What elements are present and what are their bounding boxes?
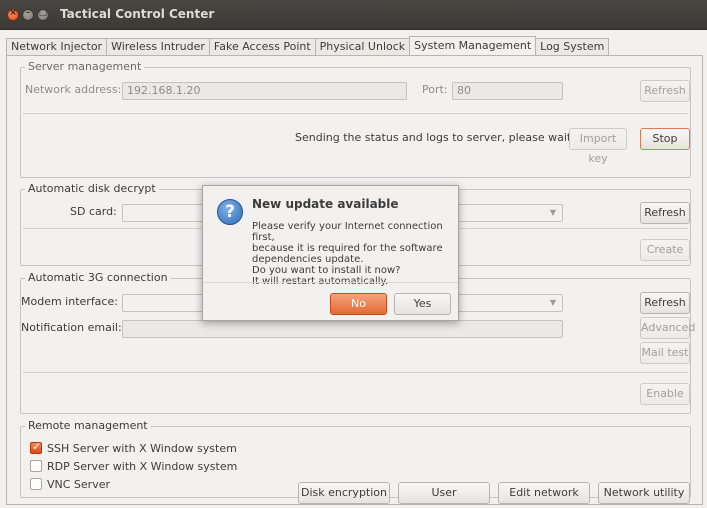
minimize-window-button[interactable]: –: [22, 8, 34, 21]
dialog-message: Please verify your Internet connection f…: [252, 221, 443, 287]
server-status-text: Sending the status and logs to server, p…: [295, 131, 582, 144]
tab-wireless-intruder[interactable]: Wireless Intruder: [106, 38, 209, 56]
disk-refresh-button[interactable]: Refresh: [640, 202, 690, 224]
create-button[interactable]: Create: [640, 239, 690, 261]
tab-log-system[interactable]: Log System: [536, 38, 610, 56]
tab-system-management[interactable]: System Management: [409, 36, 537, 56]
vnc-server-label: VNC Server: [47, 477, 111, 491]
mail-test-button[interactable]: Mail test: [640, 342, 690, 364]
server-management-group: Server management Network address: 192.1…: [20, 60, 691, 178]
close-window-button[interactable]: ×: [7, 8, 19, 21]
yes-button[interactable]: Yes: [394, 293, 451, 315]
enable-button[interactable]: Enable: [640, 383, 690, 405]
title-bar: × – □ Tactical Control Center: [0, 0, 707, 30]
server-separator: [23, 113, 688, 114]
port-field[interactable]: 80: [452, 82, 563, 100]
network-utility-button[interactable]: Network utility: [598, 482, 690, 504]
ssh-server-checkbox[interactable]: SSH Server with X Window system: [30, 440, 237, 456]
disk-encryption-button[interactable]: Disk encryption: [298, 482, 390, 504]
sd-card-label: SD card:: [70, 205, 117, 218]
edit-network-button[interactable]: Edit network: [498, 482, 590, 504]
chevron-down-icon: ▼: [549, 208, 556, 217]
tab-fake-access-point[interactable]: Fake Access Point: [208, 38, 315, 56]
tab-network-injector[interactable]: Network Injector: [6, 38, 107, 56]
minimize-icon: –: [25, 8, 31, 18]
remote-management-title: Remote management: [25, 419, 151, 432]
ssh-server-label: SSH Server with X Window system: [47, 441, 237, 455]
modem-refresh-button[interactable]: Refresh: [640, 292, 690, 314]
notification-email-field[interactable]: [122, 320, 563, 338]
checkbox-checked-icon: [30, 440, 42, 454]
question-icon: ?: [217, 199, 243, 225]
maximize-window-button[interactable]: □: [37, 8, 49, 21]
checkbox-unchecked-icon: [30, 478, 42, 490]
no-button[interactable]: No: [330, 293, 387, 315]
dialog-title: New update available: [252, 197, 399, 211]
tab-physical-unlock[interactable]: Physical Unlock: [314, 38, 410, 56]
network-address-field[interactable]: 192.168.1.20: [122, 82, 407, 100]
modem-interface-label: Modem interface:: [21, 295, 118, 308]
advanced-button[interactable]: Advanced: [640, 317, 695, 339]
server-management-title: Server management: [25, 60, 145, 73]
notification-email-label: Notification email:: [21, 321, 122, 334]
server-refresh-button[interactable]: Refresh: [640, 80, 690, 102]
disk-decrypt-title: Automatic disk decrypt: [25, 182, 159, 195]
rdp-server-label: RDP Server with X Window system: [47, 459, 238, 473]
rdp-server-checkbox[interactable]: RDP Server with X Window system: [30, 458, 237, 474]
window-title: Tactical Control Center: [60, 7, 215, 21]
chevron-down-icon: ▼: [549, 298, 556, 307]
user-management-button[interactable]: User management: [398, 482, 490, 508]
checkbox-unchecked-icon: [30, 460, 42, 472]
3g-separator: [23, 372, 688, 373]
stop-button[interactable]: Stop: [640, 128, 690, 150]
maximize-icon: □: [38, 8, 48, 18]
network-address-label: Network address:: [25, 83, 122, 96]
3g-connection-title: Automatic 3G connection: [25, 271, 171, 284]
close-icon: ×: [9, 8, 17, 18]
import-key-button[interactable]: Import key: [569, 128, 627, 165]
vnc-server-checkbox[interactable]: VNC Server: [30, 476, 110, 492]
port-label: Port:: [422, 83, 448, 96]
dialog-separator: [203, 282, 458, 283]
update-dialog: ? New update available Please verify you…: [202, 185, 459, 321]
tab-bar: Network Injector Wireless Intruder Fake …: [6, 36, 610, 56]
